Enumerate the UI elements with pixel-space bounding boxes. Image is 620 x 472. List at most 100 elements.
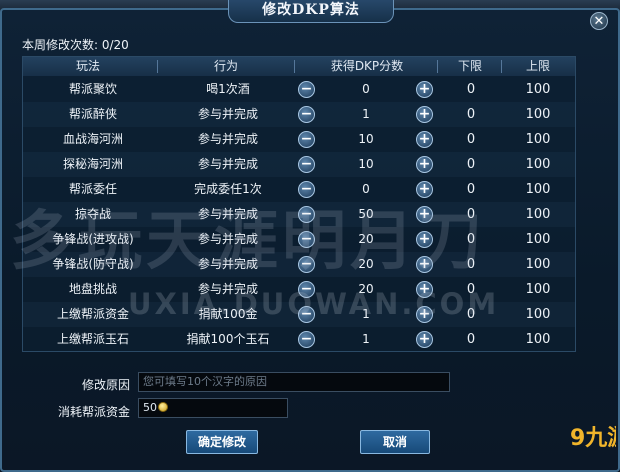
header-divider — [294, 60, 295, 73]
decrease-button[interactable]: − — [298, 206, 315, 223]
table-row: 地盘挑战 参与并完成 − 20 + 0 100 — [23, 277, 575, 302]
decrease-button[interactable]: − — [298, 306, 315, 323]
table-row: 争锋战(进攻战) 参与并完成 − 20 + 0 100 — [23, 227, 575, 252]
header-max: 上限 — [525, 59, 550, 73]
increase-button[interactable]: + — [416, 231, 433, 248]
row-max: 100 — [525, 257, 551, 272]
row-min: 0 — [466, 132, 476, 147]
row-gameplay: 争锋战(防守战) — [52, 257, 134, 271]
row-gameplay: 地盘挑战 — [68, 282, 117, 296]
increase-button[interactable]: + — [416, 256, 433, 273]
table-row: 帮派聚饮 喝1次酒 − 0 + 0 100 — [23, 77, 575, 102]
weekly-change-count: 本周修改次数: 0/20 — [22, 38, 129, 52]
row-action: 参与并完成 — [197, 207, 258, 221]
row-max: 100 — [525, 282, 551, 297]
row-action: 参与并完成 — [197, 282, 258, 296]
increase-button[interactable]: + — [416, 156, 433, 173]
row-action: 参与并完成 — [197, 107, 258, 121]
row-action: 参与并完成 — [197, 132, 258, 146]
row-min: 0 — [466, 82, 476, 97]
points-value[interactable]: 10 — [341, 131, 391, 148]
row-max: 100 — [525, 132, 551, 147]
increase-button[interactable]: + — [416, 81, 433, 98]
row-max: 100 — [525, 182, 551, 197]
confirm-button[interactable]: 确定修改 — [186, 430, 258, 454]
row-gameplay: 上缴帮派资金 — [56, 307, 129, 321]
table-row: 上缴帮派资金 捐献100金 − 1 + 0 100 — [23, 302, 575, 327]
decrease-button[interactable]: − — [298, 231, 315, 248]
row-max: 100 — [525, 232, 551, 247]
row-action: 喝1次酒 — [206, 82, 250, 96]
decrease-button[interactable]: − — [298, 331, 315, 348]
decrease-button[interactable]: − — [298, 106, 315, 123]
cost-label: 消耗帮派资金 — [57, 405, 130, 419]
row-min: 0 — [466, 257, 476, 272]
cost-value: 50 — [143, 401, 157, 414]
row-action: 完成委任1次 — [194, 182, 262, 196]
close-icon[interactable]: ✕ — [590, 12, 608, 30]
row-max: 100 — [525, 307, 551, 322]
decrease-button[interactable]: − — [298, 156, 315, 173]
decrease-button[interactable]: − — [298, 181, 315, 198]
decrease-button[interactable]: − — [298, 81, 315, 98]
row-min: 0 — [466, 332, 476, 347]
increase-button[interactable]: + — [416, 106, 433, 123]
points-value[interactable]: 50 — [341, 206, 391, 223]
points-value[interactable]: 20 — [341, 281, 391, 298]
decrease-button[interactable]: − — [298, 131, 315, 148]
row-min: 0 — [466, 282, 476, 297]
row-gameplay: 帮派醉侠 — [68, 107, 117, 121]
header-divider — [157, 60, 158, 73]
header-min: 下限 — [457, 59, 482, 73]
points-value[interactable]: 0 — [341, 181, 391, 198]
row-max: 100 — [525, 157, 551, 172]
table-row: 探秘海河洲 参与并完成 − 10 + 0 100 — [23, 152, 575, 177]
row-max: 100 — [525, 107, 551, 122]
row-min: 0 — [466, 232, 476, 247]
points-value[interactable]: 20 — [341, 256, 391, 273]
increase-button[interactable]: + — [416, 331, 433, 348]
row-action: 捐献100金 — [198, 307, 258, 321]
points-value[interactable]: 10 — [341, 156, 391, 173]
decrease-button[interactable]: − — [298, 256, 315, 273]
row-action: 捐献100个玉石 — [186, 332, 270, 346]
table-row: 血战海河洲 参与并完成 − 10 + 0 100 — [23, 127, 575, 152]
points-value[interactable]: 0 — [341, 81, 391, 98]
decrease-button[interactable]: − — [298, 281, 315, 298]
increase-button[interactable]: + — [416, 206, 433, 223]
row-gameplay: 争锋战(进攻战) — [52, 232, 134, 246]
table-row: 帮派醉侠 参与并完成 − 1 + 0 100 — [23, 102, 575, 127]
gold-coin-icon — [158, 402, 168, 412]
row-max: 100 — [525, 332, 551, 347]
table-row: 掠夺战 参与并完成 − 50 + 0 100 — [23, 202, 575, 227]
row-action: 参与并完成 — [197, 257, 258, 271]
increase-button[interactable]: + — [416, 281, 433, 298]
row-gameplay: 探秘海河洲 — [62, 157, 123, 171]
points-value[interactable]: 1 — [341, 331, 391, 348]
row-gameplay: 帮派委任 — [68, 182, 117, 196]
row-action: 参与并完成 — [197, 157, 258, 171]
row-min: 0 — [466, 182, 476, 197]
row-gameplay: 上缴帮派玉石 — [56, 332, 129, 346]
row-gameplay: 血战海河洲 — [62, 132, 123, 146]
cancel-button[interactable]: 取消 — [360, 430, 430, 454]
points-value[interactable]: 1 — [341, 306, 391, 323]
row-max: 100 — [525, 207, 551, 222]
header-gameplay: 玩法 — [75, 59, 100, 73]
points-value[interactable]: 20 — [341, 231, 391, 248]
row-action: 参与并完成 — [197, 232, 258, 246]
table-row: 帮派委任 完成委任1次 − 0 + 0 100 — [23, 177, 575, 202]
header-points: 获得DKP分数 — [330, 59, 404, 73]
table-row: 上缴帮派玉石 捐献100个玉石 − 1 + 0 100 — [23, 327, 575, 352]
points-value[interactable]: 1 — [341, 106, 391, 123]
increase-button[interactable]: + — [416, 131, 433, 148]
header-action: 行为 — [213, 59, 238, 73]
table-row: 争锋战(防守战) 参与并完成 − 20 + 0 100 — [23, 252, 575, 277]
reason-input[interactable]: 您可填写10个汉字的原因 — [138, 372, 450, 392]
row-min: 0 — [466, 107, 476, 122]
nine-game-logo: 9九游 — [570, 426, 616, 451]
header-divider — [437, 60, 438, 73]
increase-button[interactable]: + — [416, 181, 433, 198]
reason-placeholder: 您可填写10个汉字的原因 — [143, 375, 267, 388]
increase-button[interactable]: + — [416, 306, 433, 323]
